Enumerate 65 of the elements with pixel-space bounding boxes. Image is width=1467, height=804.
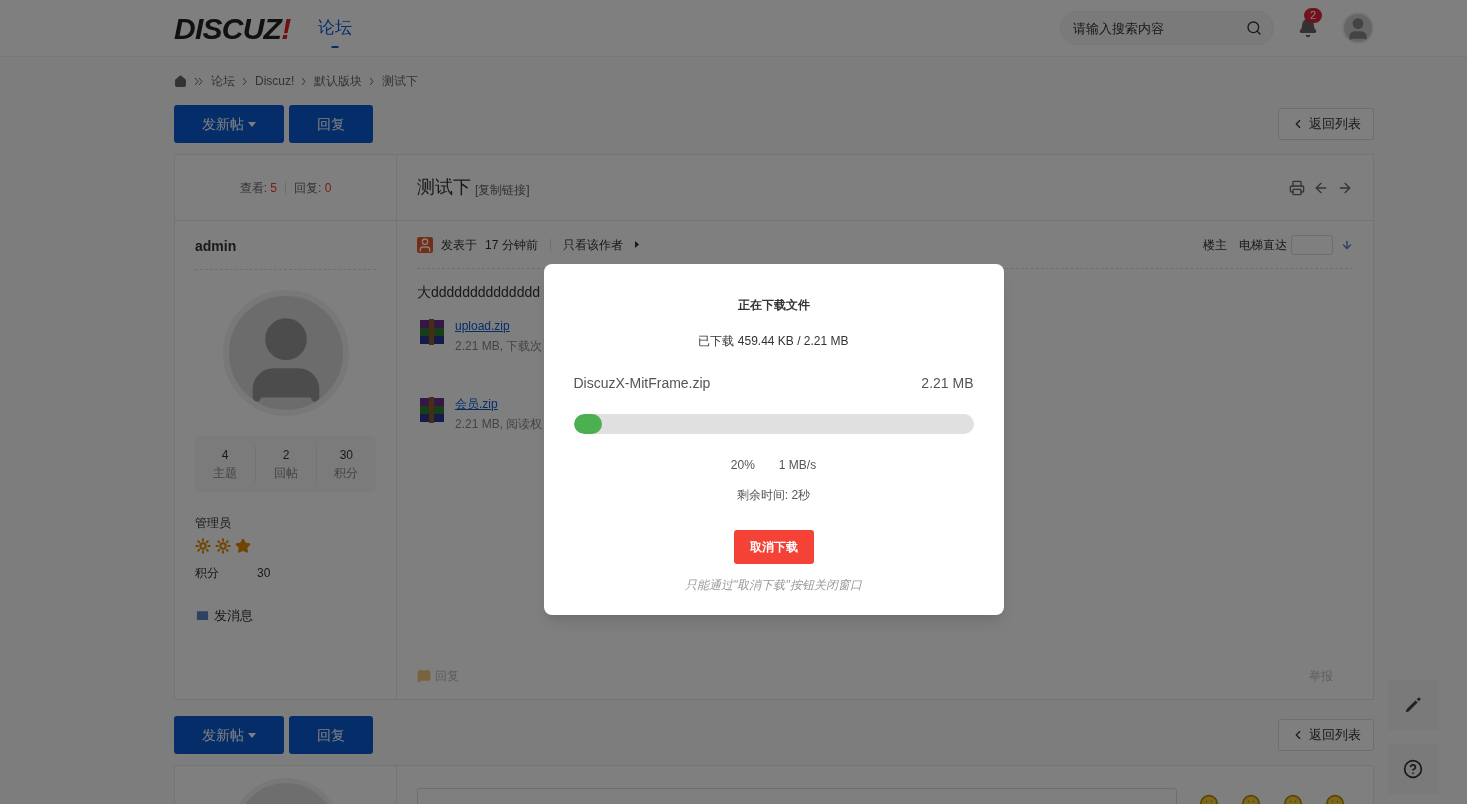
close-hint: 只能通过"取消下载"按钮关闭窗口	[685, 577, 862, 594]
breadcrumb-link[interactable]: 论坛	[211, 72, 235, 90]
caret-icon	[248, 121, 256, 127]
comment-icon	[417, 669, 431, 683]
pencil-icon	[1403, 695, 1423, 715]
arrow-down-icon[interactable]	[1341, 238, 1353, 251]
stat-value[interactable]: 2	[282, 446, 290, 464]
search-field[interactable]: 请输入搜索内容	[1060, 11, 1274, 45]
breadcrumb-link[interactable]: Discuz!	[255, 72, 295, 90]
post-content: 大dddddddddddddd	[417, 283, 541, 302]
nav-tab[interactable]: 论坛	[314, 0, 357, 56]
file-size: 2.21 MB	[921, 374, 974, 393]
jump-label: 电梯直达	[1239, 236, 1287, 254]
points-value: 30	[257, 565, 271, 582]
home-icon[interactable]	[174, 74, 187, 88]
reply-button[interactable]: 回复	[289, 105, 373, 143]
file-name: DiscuzX-MitFrame.zip	[573, 374, 711, 393]
posted-label: 发表于	[441, 236, 477, 254]
star-icon	[235, 538, 251, 554]
user-group[interactable]: 管理员	[195, 514, 376, 532]
dialog-title: 正在下载文件	[737, 297, 810, 314]
search-icon[interactable]	[1246, 20, 1262, 36]
copy-link[interactable]: [复制链接]	[475, 180, 530, 199]
chevron-right-icon	[243, 77, 247, 85]
chevron-right-icon	[302, 77, 307, 85]
sun-icon	[215, 538, 231, 554]
post-time: 17 分钟前	[485, 236, 538, 254]
user-icon	[417, 236, 433, 253]
help-icon	[1403, 759, 1423, 779]
attachment-link[interactable]: 会员.zip	[455, 395, 543, 413]
replies-count: 回复: 0	[294, 179, 332, 197]
cancel-download-button[interactable]: 取消下载	[733, 530, 814, 564]
views-count: 查看: 5	[239, 179, 277, 197]
reply-button[interactable]: 回复	[289, 716, 373, 754]
new-post-button[interactable]: 发新帖	[174, 105, 284, 143]
attachment-link[interactable]: upload.zip	[455, 317, 543, 335]
caret-icon	[248, 732, 256, 738]
back-to-list-button[interactable]: 返回列表	[1278, 719, 1374, 751]
floor-label: 楼主	[1203, 236, 1227, 254]
caret-right-icon	[634, 241, 639, 248]
double-chevron-icon	[195, 77, 203, 85]
print-icon[interactable]	[1289, 179, 1305, 196]
points-label: 积分	[195, 565, 219, 582]
send-message-link[interactable]: 发消息	[195, 606, 376, 626]
chevron-right-icon	[370, 77, 375, 85]
stat-value[interactable]: 30	[339, 446, 353, 464]
author-name[interactable]: admin	[195, 221, 376, 270]
notification-badge: 2	[1304, 8, 1323, 23]
remaining-time: 剩余时间: 2秒	[736, 487, 811, 504]
attachment-info: 2.21 MB, 下载次	[455, 338, 543, 355]
sun-icon	[195, 538, 211, 554]
new-post-button[interactable]: 发新帖	[174, 716, 284, 754]
author-only-link[interactable]: 只看该作者	[562, 235, 623, 254]
speed-text: 1 MB/s	[778, 457, 817, 474]
user-avatar[interactable]	[1342, 12, 1374, 44]
archive-icon	[417, 317, 447, 347]
downloaded-amount: 已下载 459.44 KB / 2.21 MB	[698, 333, 849, 350]
logo[interactable]: DISCUZ!	[174, 5, 291, 51]
thread-title: 测试下	[417, 176, 471, 199]
breadcrumb-link[interactable]: 测试下	[382, 72, 419, 90]
stat-value[interactable]: 4	[221, 446, 229, 464]
back-to-list-button[interactable]: 返回列表	[1278, 108, 1374, 140]
breadcrumb-link[interactable]: 默认版块	[314, 72, 363, 90]
percent-text: 20%	[730, 457, 755, 474]
archive-icon	[417, 395, 447, 425]
